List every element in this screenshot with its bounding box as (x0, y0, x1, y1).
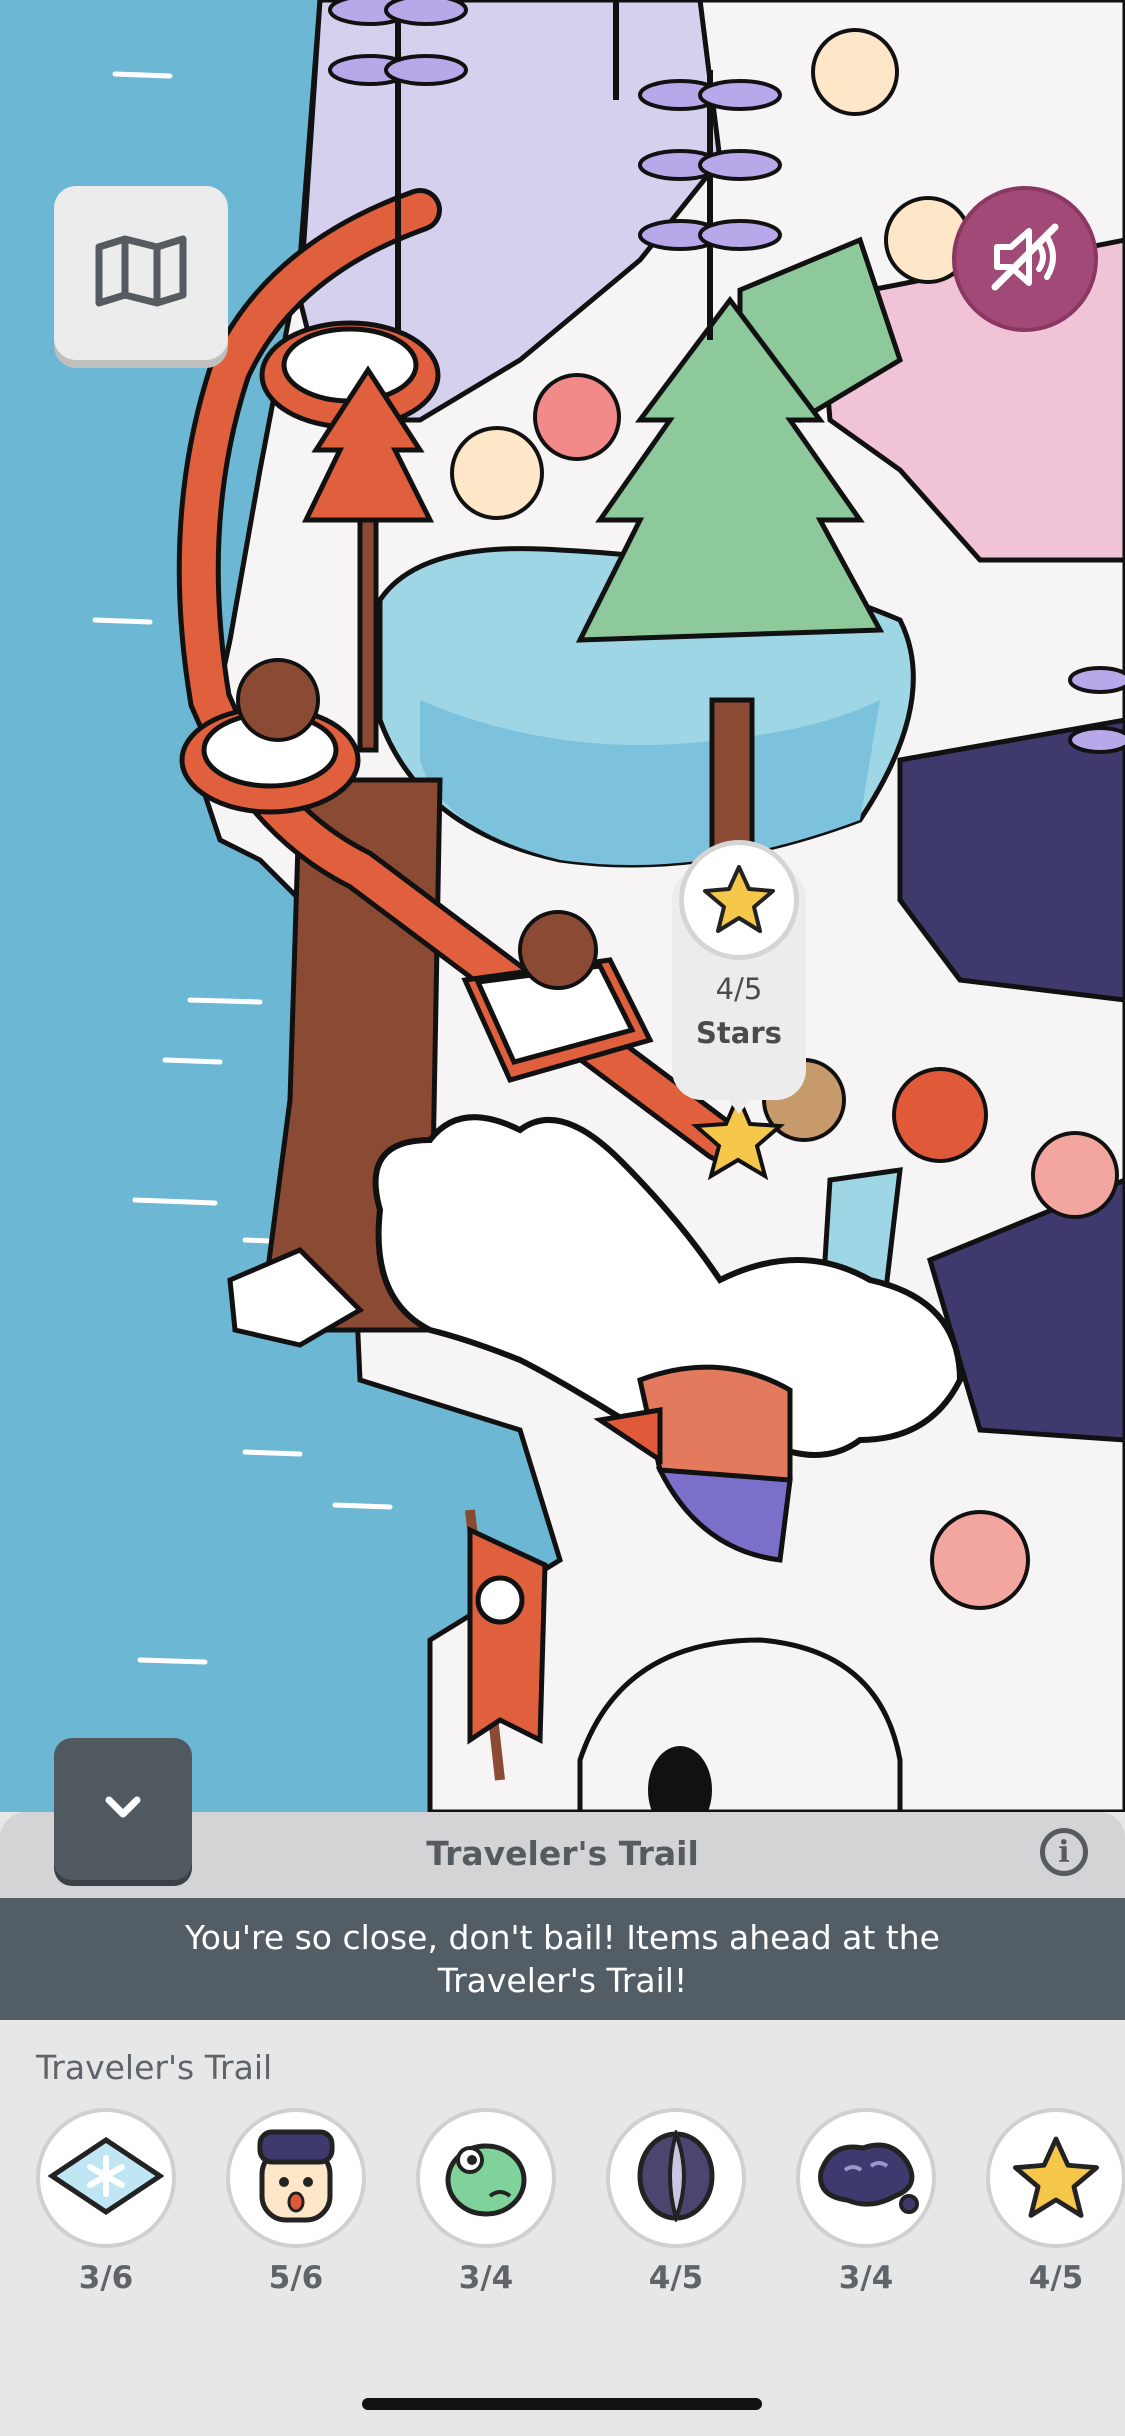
collectible-count: 3/6 (78, 2260, 134, 2296)
collectible-disc (606, 2108, 746, 2248)
collectible-item[interactable]: 5/6 (226, 2108, 366, 2296)
sound-muted-icon (985, 217, 1065, 301)
collectible-count: 3/4 (458, 2260, 514, 2296)
banner-message: You're so close, don't bail! Items ahead… (185, 1918, 940, 2000)
purple-blob-icon (811, 2136, 921, 2220)
progress-banner: You're so close, don't bail! Items ahead… (0, 1898, 1125, 2020)
info-icon: i (1058, 1834, 1070, 1870)
moon-stone-icon (634, 2127, 718, 2226)
bottom-panel: Traveler's Trail i You're so close, don'… (0, 1812, 1125, 2436)
green-alien-icon (440, 2130, 532, 2226)
collectible-item[interactable]: 3/4 (416, 2108, 556, 2296)
face-head-icon (256, 2128, 336, 2228)
chevron-down-icon (103, 1794, 143, 1824)
collectible-disc (36, 2108, 176, 2248)
hint-marker-icon-circle (679, 840, 799, 960)
collectible-disc (416, 2108, 556, 2248)
info-button[interactable]: i (1040, 1828, 1088, 1876)
collectible-item[interactable]: 3/6 (36, 2108, 176, 2296)
collectible-item[interactable]: 4/5 (986, 2108, 1125, 2296)
sound-toggle-button[interactable] (952, 186, 1098, 332)
star-icon (1013, 2134, 1099, 2222)
map-icon (95, 235, 187, 311)
collectible-list: 3/6 5/6 3/4 4/5 3/4 4/5 (36, 2108, 1125, 2296)
hint-marker-pointer (722, 1092, 756, 1114)
section-label: Traveler's Trail (36, 2048, 273, 2087)
snowflake-tile-icon (47, 2136, 165, 2220)
collectible-disc (226, 2108, 366, 2248)
collectible-item[interactable]: 3/4 (796, 2108, 936, 2296)
collectible-count: 5/6 (268, 2260, 324, 2296)
collectible-disc (986, 2108, 1125, 2248)
collapse-panel-button[interactable] (54, 1738, 192, 1880)
collectible-count: 4/5 (648, 2260, 704, 2296)
collectible-disc (796, 2108, 936, 2248)
hint-marker-count: 4/5 (715, 972, 763, 1006)
hint-marker-label: Stars (696, 1016, 782, 1050)
home-indicator (362, 2398, 762, 2410)
collectible-count: 4/5 (1028, 2260, 1084, 2296)
star-icon (703, 863, 775, 937)
hint-marker[interactable]: 4/5 Stars (672, 840, 806, 1118)
map-button[interactable] (54, 186, 228, 360)
collectible-count: 3/4 (838, 2260, 894, 2296)
collectible-item[interactable]: 4/5 (606, 2108, 746, 2296)
